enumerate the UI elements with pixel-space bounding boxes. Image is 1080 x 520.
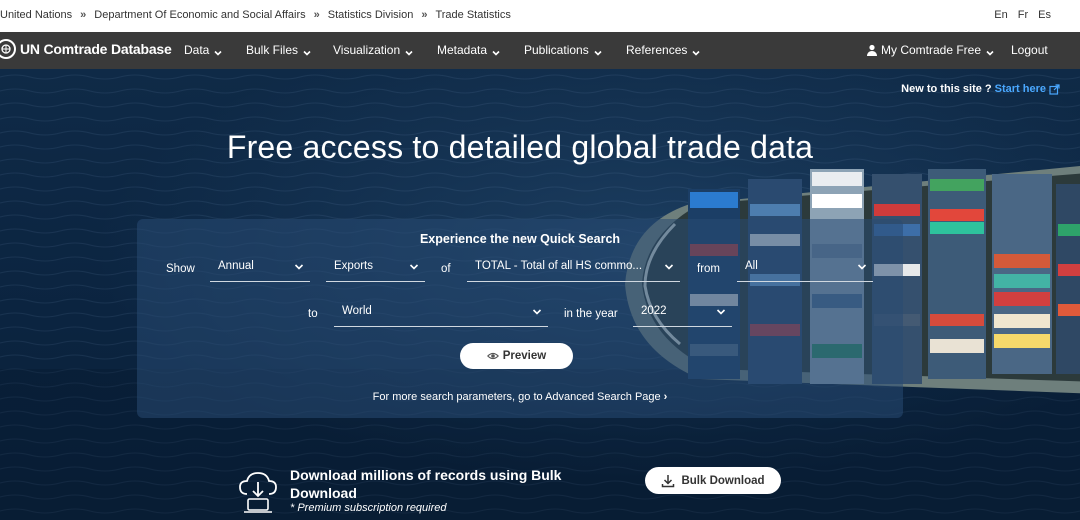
year-value: 2022 <box>641 305 667 317</box>
frequency-value: Annual <box>218 260 254 272</box>
nav-visualization[interactable]: Visualization <box>333 43 413 57</box>
nav-publications-label: Publications <box>524 43 589 57</box>
commodity-select[interactable]: TOTAL - Total of all HS commo... <box>467 254 680 282</box>
reporter-select[interactable]: All <box>737 254 873 282</box>
brand-logo[interactable]: UN Comtrade Database <box>0 39 172 59</box>
partner-select[interactable]: World <box>334 299 548 327</box>
chevron-down-icon <box>303 46 311 56</box>
quick-search-title: Experience the new Quick Search <box>419 232 621 246</box>
trade-flow-value: Exports <box>334 260 373 272</box>
nav-visualization-label: Visualization <box>333 43 401 57</box>
nav-metadata-label: Metadata <box>437 43 488 57</box>
partner-value: World <box>342 305 372 317</box>
nav-user-menu[interactable]: My Comtrade Free <box>866 43 994 57</box>
brand-name: UN Comtrade Database <box>20 41 172 57</box>
preview-button[interactable]: Preview <box>460 343 573 369</box>
language-es[interactable]: Es <box>1038 9 1051 21</box>
year-select[interactable]: 2022 <box>633 299 732 327</box>
logout-link[interactable]: Logout <box>1011 43 1048 57</box>
top-bar: United Nations » Department Of Economic … <box>0 0 1080 32</box>
new-to-site-label: New to this site ? <box>901 83 992 95</box>
nav-bulk-files-label: Bulk Files <box>246 43 299 57</box>
chevron-down-icon <box>594 46 602 56</box>
advanced-search-link[interactable]: For more search parameters, go to Advanc… <box>137 391 903 403</box>
hero-headline: Free access to detailed global trade dat… <box>226 129 814 165</box>
chevron-down-icon <box>409 262 419 272</box>
bulk-download-title: Download millions of records using Bulk … <box>290 467 562 501</box>
nav-data-label: Data <box>184 43 210 57</box>
chevron-down-icon <box>857 262 867 272</box>
start-here-link[interactable]: Start here <box>995 83 1046 95</box>
breadcrumb-item-trade-statistics[interactable]: Trade Statistics <box>435 9 510 21</box>
breadcrumb-item-desa[interactable]: Department Of Economic and Social Affair… <box>94 9 305 21</box>
nav-references-label: References <box>626 43 688 57</box>
external-link-icon[interactable] <box>1049 83 1060 95</box>
chevron-down-icon <box>405 46 413 56</box>
advanced-search-label: For more search parameters, go to Advanc… <box>372 391 661 403</box>
frequency-select[interactable]: Annual <box>210 254 310 282</box>
breadcrumb: United Nations » Department Of Economic … <box>0 9 511 21</box>
eye-icon <box>486 352 499 360</box>
breadcrumb-item-statistics-division[interactable]: Statistics Division <box>328 9 414 21</box>
chevron-down-icon <box>716 307 726 317</box>
nav-publications[interactable]: Publications <box>524 43 602 57</box>
un-emblem-icon <box>0 39 16 59</box>
breadcrumb-separator: » <box>421 9 428 21</box>
nav-references[interactable]: References <box>626 43 700 57</box>
cloud-download-icon <box>239 472 277 513</box>
chevron-down-icon <box>294 262 304 272</box>
chevron-down-icon <box>692 46 700 56</box>
nav-user-menu-label: My Comtrade Free <box>881 43 982 57</box>
chevron-right-icon: › <box>663 391 668 403</box>
bulk-download-button[interactable]: Bulk Download <box>645 467 781 494</box>
premium-note: * Premium subscription required <box>290 502 447 514</box>
preview-button-label: Preview <box>502 350 547 362</box>
year-label: in the year <box>564 308 618 320</box>
commodity-value: TOTAL - Total of all HS commo... <box>475 260 643 272</box>
download-icon <box>662 474 675 487</box>
reporter-value: All <box>745 260 758 272</box>
chevron-down-icon <box>664 262 674 272</box>
hero-section: New to this site ? Start here Free acces… <box>0 69 1080 520</box>
from-label: from <box>697 263 720 275</box>
breadcrumb-separator: » <box>313 9 320 21</box>
nav-data[interactable]: Data <box>184 43 222 57</box>
chevron-down-icon <box>532 307 542 317</box>
language-en[interactable]: En <box>994 9 1007 21</box>
nav-metadata[interactable]: Metadata <box>437 43 500 57</box>
chevron-down-icon <box>986 46 994 56</box>
chevron-down-icon <box>492 46 500 56</box>
quick-search-panel: Experience the new Quick Search Show Ann… <box>137 219 903 418</box>
breadcrumb-separator: » <box>80 9 87 21</box>
breadcrumb-item-united-nations[interactable]: United Nations <box>0 9 72 21</box>
nav-bulk-files[interactable]: Bulk Files <box>246 43 311 57</box>
language-switcher: En Fr Es <box>994 9 1051 21</box>
new-to-site-prompt: New to this site ? Start here <box>901 83 1060 95</box>
of-label: of <box>441 263 451 275</box>
bulk-download-button-label: Bulk Download <box>681 474 765 487</box>
user-icon <box>867 44 877 56</box>
to-label: to <box>308 308 318 320</box>
language-fr[interactable]: Fr <box>1018 9 1028 21</box>
show-label: Show <box>166 263 195 275</box>
chevron-down-icon <box>214 46 222 56</box>
main-nav: UN Comtrade Database Data Bulk Files Vis… <box>0 32 1080 69</box>
trade-flow-select[interactable]: Exports <box>326 254 425 282</box>
